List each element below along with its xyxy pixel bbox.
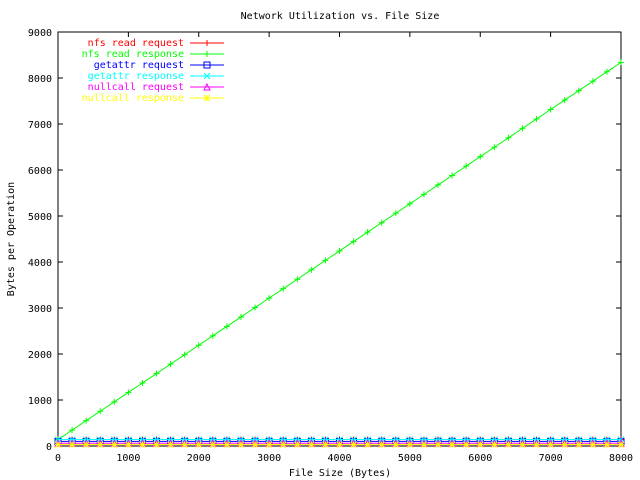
data-point [307,441,315,448]
data-point [181,441,189,448]
y-axis-title: Bytes per Operation [6,182,17,296]
y-tick-label: 6000 [28,166,52,177]
data-point [167,441,174,448]
x-tick-label: 0 [55,453,61,464]
legend-label: getattr response [88,71,184,82]
data-point [139,441,146,448]
data-point [378,441,386,448]
data-point [617,441,625,448]
data-point [589,441,597,448]
data-point [364,441,372,448]
x-tick-label: 4000 [327,453,351,464]
data-point [603,441,611,448]
data-point [82,441,90,448]
data-point [505,441,512,448]
legend-label: getattr request [94,60,184,71]
y-tick-label: 7000 [28,120,52,131]
x-tick-label: 1000 [116,453,140,464]
data-point [476,441,484,448]
data-point [575,441,583,448]
y-tick-label: 2000 [28,350,52,361]
data-point [125,441,132,448]
data-point [561,441,569,448]
data-point [434,441,442,448]
x-axis-title: File Size (Bytes) [289,468,391,479]
line-chart: Network Utilization vs. File Size 0 1000 2… [0,0,640,480]
data-point [519,441,526,448]
legend-label: nullcall request [88,82,184,93]
data-point [448,441,456,448]
legend-marker [203,94,211,102]
data-point [110,441,118,448]
data-point [153,441,160,448]
data-point [350,441,357,448]
data-point [68,441,76,448]
y-tick-label: 8000 [28,74,52,85]
y-tick-label: 9000 [28,28,52,39]
data-point [265,441,273,448]
data-point [322,441,329,448]
x-tick-label: 8000 [609,453,633,464]
y-tick-label: 3000 [28,304,52,315]
y-tick-label: 5000 [28,212,52,223]
legend-label: nfs read response [82,49,184,60]
data-point [54,441,62,448]
data-point [547,441,554,448]
data-point [251,441,259,448]
data-point [406,441,414,448]
data-point [237,441,245,448]
x-tick-label: 3000 [257,453,281,464]
y-tick-label: 0 [46,442,52,453]
y-tick-label: 1000 [28,396,52,407]
x-tick-label: 5000 [398,453,422,464]
data-point [392,441,400,448]
data-point [96,441,104,448]
series-6 [54,441,625,448]
y-tick-label: 4000 [28,258,52,269]
legend-label: nullcall response [82,93,184,104]
x-tick-label: 7000 [539,453,563,464]
data-point [462,441,470,448]
legend-label: nfs read request [88,38,184,49]
data-point [195,441,203,448]
data-point [223,441,231,448]
data-point [336,441,343,448]
data-point [420,441,428,448]
data-point [490,441,498,448]
data-point [533,441,540,448]
x-tick-label: 2000 [187,453,211,464]
data-point [293,441,301,448]
chart-title: Network Utilization vs. File Size [241,11,440,22]
data-point [279,441,287,448]
x-tick-label: 6000 [468,453,492,464]
data-point [209,441,217,448]
